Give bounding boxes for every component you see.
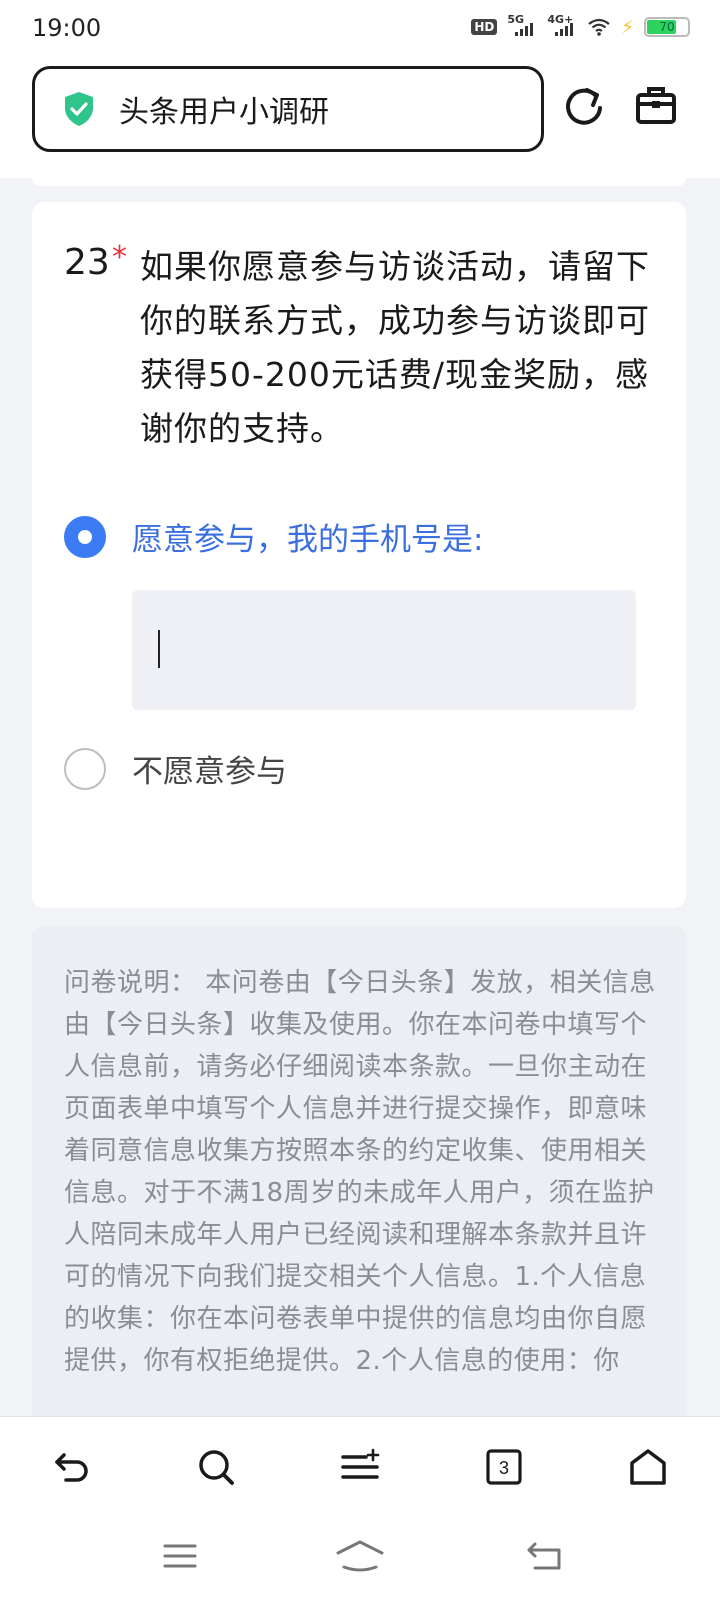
- option-unwilling[interactable]: 不愿意参与: [64, 746, 287, 791]
- recents-button[interactable]: [155, 1534, 205, 1578]
- text-caret: [158, 630, 160, 668]
- signal-4g-icon: 4G+: [547, 13, 577, 38]
- home-button[interactable]: [620, 1439, 676, 1495]
- address-bar[interactable]: 头条用户小调研: [32, 66, 544, 152]
- previous-card-edge: [32, 178, 686, 186]
- required-mark: *: [112, 240, 127, 275]
- notice-card: 问卷说明： 本问卷由【今日头条】发放，相关信息由【今日头条】收集及使用。你在本问…: [32, 926, 686, 1446]
- back-icon: [55, 1453, 88, 1482]
- system-home-button[interactable]: [335, 1534, 385, 1578]
- option-unwilling-label[interactable]: 不愿意参与: [132, 746, 287, 791]
- hd-icon: HD: [471, 19, 498, 35]
- browser-toolbar: 头条用户小调研: [0, 58, 720, 178]
- refresh-icon: [566, 88, 602, 125]
- menu-icon: [341, 1448, 380, 1479]
- toolbox-icon: [636, 87, 676, 124]
- menu-button[interactable]: [332, 1439, 388, 1495]
- status-time: 19:00: [32, 14, 102, 42]
- battery-level: 70: [659, 20, 675, 34]
- charging-icon: ⚡: [621, 16, 634, 38]
- search-button[interactable]: [188, 1439, 244, 1495]
- back-button[interactable]: [44, 1439, 100, 1495]
- question-number: 23: [64, 242, 110, 283]
- shield-check-icon: [65, 92, 93, 126]
- search-icon: [199, 1450, 234, 1485]
- page-title: 头条用户小调研: [119, 95, 329, 130]
- system-back-icon: [527, 1542, 561, 1570]
- option-willing[interactable]: 愿意参与，我的手机号是:: [64, 514, 483, 559]
- radio-checked-icon[interactable]: [64, 515, 106, 558]
- phone-input[interactable]: [132, 590, 636, 710]
- status-icons: HD 5G 4G+ ⚡ 70: [471, 13, 690, 38]
- recents-icon: [163, 1544, 197, 1568]
- tab-count: 3: [499, 1458, 509, 1478]
- radio-unchecked-icon[interactable]: [64, 747, 106, 790]
- question-text: 如果你愿意参与访谈活动，请留下你的联系方式，成功参与访谈即可获得50-200元话…: [140, 247, 650, 448]
- system-nav-bar: [0, 1516, 720, 1600]
- notice-text: 问卷说明： 本问卷由【今日头条】发放，相关信息由【今日头条】收集及使用。你在本问…: [64, 968, 656, 1376]
- tabs-button[interactable]: 3: [476, 1439, 532, 1495]
- tabs-icon: 3: [486, 1449, 522, 1485]
- option-willing-label[interactable]: 愿意参与，我的手机号是:: [132, 514, 483, 559]
- wifi-icon: [588, 18, 611, 36]
- home-icon: [630, 1449, 666, 1485]
- system-back-button[interactable]: [520, 1534, 570, 1578]
- browser-bottom-nav: 3: [0, 1416, 720, 1516]
- status-bar: 19:00 HD 5G 4G+ ⚡ 70: [0, 0, 720, 58]
- refresh-button[interactable]: [558, 80, 610, 132]
- battery-icon: 70: [644, 17, 690, 37]
- toolbox-button[interactable]: [630, 80, 682, 132]
- system-home-icon: [336, 1540, 384, 1572]
- signal-5g-icon: 5G: [507, 13, 537, 38]
- question-card: 23 * 如果你愿意参与访谈活动，请留下你的联系方式，成功参与访谈即可获得50-…: [32, 202, 686, 908]
